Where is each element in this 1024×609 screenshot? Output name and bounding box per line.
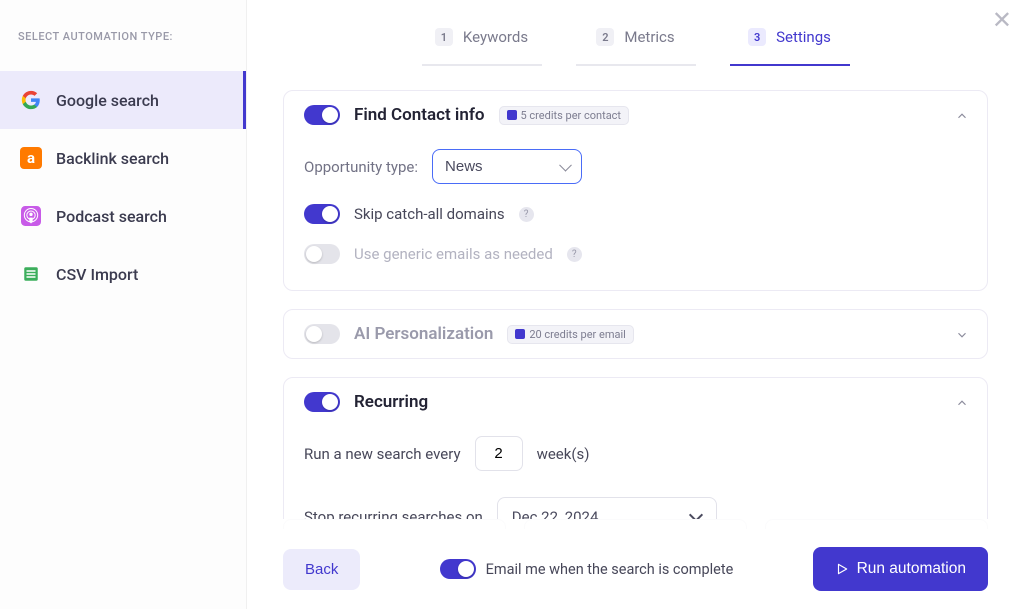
summary-box: [524, 519, 747, 529]
card-title: AI Personalization: [354, 324, 493, 344]
tab-label: Metrics: [624, 28, 674, 46]
skip-catchall-toggle[interactable]: [304, 204, 340, 224]
ahrefs-icon: a: [20, 147, 42, 169]
summary-boxes: [283, 519, 988, 529]
generic-emails-toggle[interactable]: [304, 244, 340, 264]
help-icon[interactable]: ?: [567, 247, 582, 262]
tab-number: 3: [748, 28, 766, 46]
tab-number: 2: [596, 28, 614, 46]
help-icon[interactable]: ?: [519, 207, 534, 222]
settings-content: Find Contact info 5 credits per contact …: [247, 66, 1024, 519]
email-on-complete-toggle[interactable]: [440, 559, 476, 579]
summary-box: [283, 519, 506, 529]
run-every-prefix: Run a new search every: [304, 445, 461, 463]
run-every-input[interactable]: [475, 436, 523, 471]
stop-recurring-label: Stop recurring searches on: [304, 508, 483, 519]
tab-keywords[interactable]: 1 Keywords: [422, 18, 542, 66]
tab-settings[interactable]: 3 Settings: [730, 18, 850, 66]
sidebar-title: SELECT AUTOMATION TYPE:: [0, 30, 246, 71]
google-icon: [20, 89, 42, 111]
sidebar-item-csv-import[interactable]: CSV Import: [0, 245, 246, 303]
tab-label: Settings: [776, 28, 831, 46]
tab-number: 1: [435, 28, 453, 46]
sidebar-item-label: Backlink search: [56, 149, 169, 168]
chevron-up-icon[interactable]: [955, 395, 969, 409]
email-on-complete-label: Email me when the search is complete: [486, 561, 734, 578]
chevron-down-icon[interactable]: [955, 327, 969, 341]
credits-badge: 20 credits per email: [507, 325, 633, 344]
recurring-toggle[interactable]: [304, 392, 340, 412]
sidebar-item-label: CSV Import: [56, 265, 138, 284]
play-icon: [835, 562, 849, 576]
run-automation-button[interactable]: Run automation: [813, 547, 988, 591]
tab-metrics[interactable]: 2 Metrics: [576, 18, 696, 66]
main-panel: ✕ 1 Keywords 2 Metrics 3 Settings Find C…: [247, 0, 1024, 609]
card-title: Recurring: [354, 392, 428, 412]
wizard-tabs: 1 Keywords 2 Metrics 3 Settings: [247, 0, 1024, 66]
opportunity-type-label: Opportunity type:: [304, 158, 418, 176]
credits-badge: 5 credits per contact: [499, 106, 630, 125]
tab-label: Keywords: [463, 28, 528, 46]
sidebar-item-label: Google search: [56, 91, 159, 110]
ai-personalization-toggle[interactable]: [304, 324, 340, 344]
ai-personalization-card: AI Personalization 20 credits per email: [283, 309, 988, 359]
sidebar-item-google-search[interactable]: Google search: [0, 71, 246, 129]
generic-emails-label: Use generic emails as needed: [354, 245, 553, 263]
recurring-card: Recurring Run a new search every week(s)…: [283, 377, 988, 519]
sidebar-item-backlink-search[interactable]: a Backlink search: [0, 129, 246, 187]
card-title: Find Contact info: [354, 105, 485, 125]
footer-bar: Back Email me when the search is complet…: [247, 529, 1024, 609]
sidebar-item-label: Podcast search: [56, 207, 167, 226]
find-contact-card: Find Contact info 5 credits per contact …: [283, 90, 988, 291]
find-contact-toggle[interactable]: [304, 105, 340, 125]
csv-icon: [20, 263, 42, 285]
chevron-up-icon[interactable]: [955, 108, 969, 122]
sidebar: SELECT AUTOMATION TYPE: Google search a …: [0, 0, 247, 609]
close-icon[interactable]: ✕: [992, 6, 1012, 34]
stop-date-select[interactable]: Dec 22, 2024: [497, 497, 717, 519]
summary-box: [765, 519, 988, 529]
back-button[interactable]: Back: [283, 549, 360, 590]
podcast-icon: [20, 205, 42, 227]
skip-catchall-label: Skip catch-all domains: [354, 205, 505, 223]
opportunity-type-select[interactable]: News: [432, 149, 582, 184]
run-every-suffix: week(s): [537, 445, 590, 463]
sidebar-item-podcast-search[interactable]: Podcast search: [0, 187, 246, 245]
